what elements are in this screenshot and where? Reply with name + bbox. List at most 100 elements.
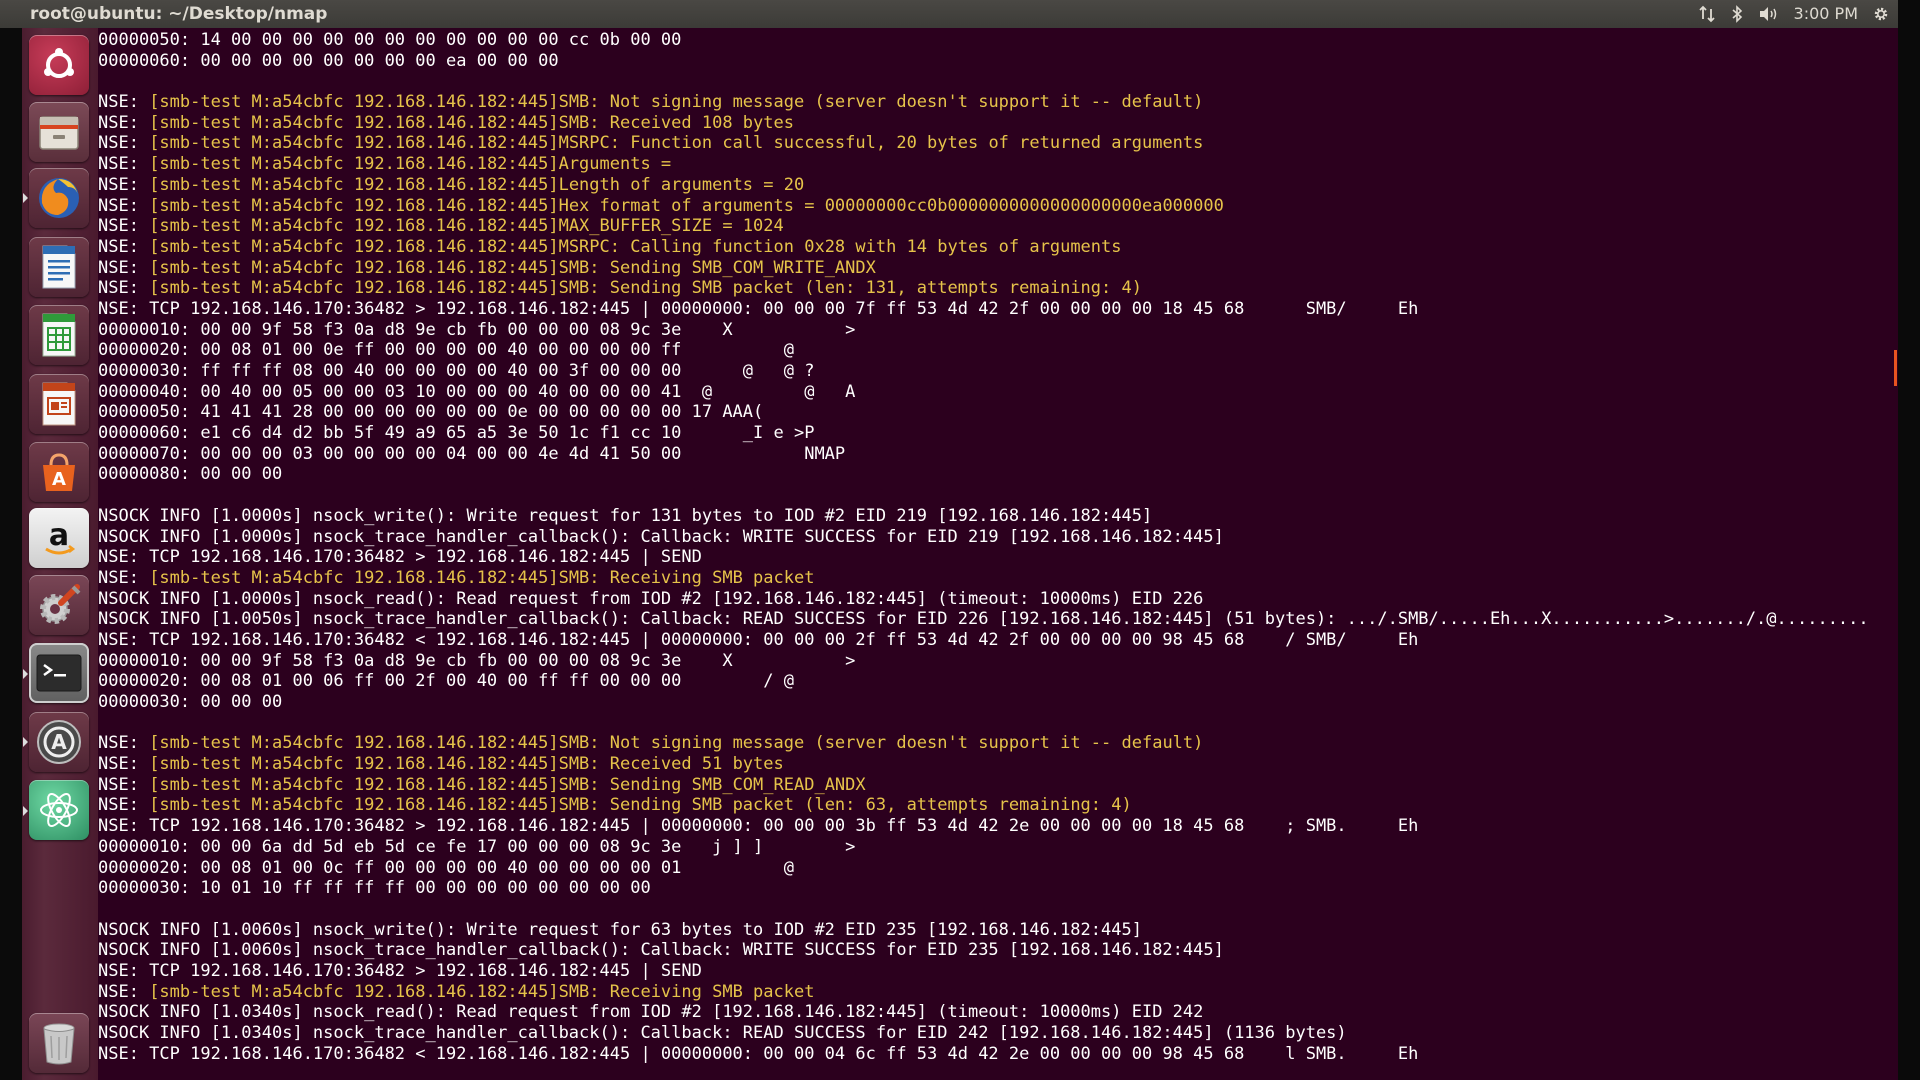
terminal-running-indicator: [23, 669, 28, 679]
updater-running-indicator: [23, 737, 28, 747]
screen-right-edge: [1898, 0, 1920, 1080]
terminal-line: NSE: TCP 192.168.146.170:36482 > 192.168…: [98, 547, 702, 568]
nse-prefix: NSE:: [98, 278, 150, 299]
svg-text:A: A: [51, 730, 67, 754]
top-panel: root@ubuntu: ~/Desktop/nmap 3:00 PM: [0, 0, 1898, 28]
nse-prefix: NSE:: [98, 257, 150, 278]
nse-prefix: NSE:: [98, 112, 150, 133]
atom-running-indicator: [23, 806, 28, 816]
nse-prefix: NSE:: [98, 774, 150, 795]
nse-prefix: NSE:: [98, 174, 150, 195]
terminal-line: 00000080: 00 00 00: [98, 464, 283, 485]
libreoffice-writer-icon[interactable]: [29, 237, 89, 297]
nse-message: [smb-test M:a54cbfc 192.168.146.182:445]…: [149, 92, 1204, 113]
software-updater-icon[interactable]: A: [29, 712, 89, 772]
ubuntu-dash-icon[interactable]: [29, 35, 89, 95]
settings-gear-icon[interactable]: [1872, 5, 1890, 23]
nse-prefix: NSE:: [98, 216, 150, 237]
nse-message: [smb-test M:a54cbfc 192.168.146.182:445]…: [149, 112, 794, 133]
network-updown-icon[interactable]: [1698, 5, 1716, 23]
indicator-area: 3:00 PM: [1698, 0, 1890, 28]
nse-message: [smb-test M:a54cbfc 192.168.146.182:445]…: [149, 174, 805, 195]
bluetooth-icon[interactable]: [1730, 5, 1744, 23]
nse-prefix: NSE:: [98, 195, 150, 216]
nse-prefix: NSE:: [98, 92, 150, 113]
nse-message: [smb-test M:a54cbfc 192.168.146.182:445]…: [149, 195, 1224, 216]
terminal-line: NSE: [smb-test M:a54cbfc 192.168.146.182…: [98, 754, 1869, 775]
scroll-position-marker[interactable]: [1894, 350, 1897, 386]
clock[interactable]: 3:00 PM: [1794, 0, 1858, 28]
terminal-line: NSE: [smb-test M:a54cbfc 192.168.146.182…: [98, 113, 1869, 134]
volume-icon[interactable]: [1758, 5, 1780, 23]
launcher-edge: [0, 28, 22, 1080]
nse-message: [smb-test M:a54cbfc 192.168.146.182:445]…: [149, 154, 682, 175]
nse-message: [smb-test M:a54cbfc 192.168.146.182:445]…: [149, 733, 1204, 754]
files-icon[interactable]: [29, 102, 89, 162]
terminal-line: NSOCK INFO [1.0340s] nsock_read(): Read …: [98, 1002, 1204, 1023]
nse-prefix: NSE:: [98, 567, 150, 588]
terminal-line: 00000020: 00 08 01 00 0c ff 00 00 00 00 …: [98, 857, 794, 878]
terminal-line: NSE: [smb-test M:a54cbfc 192.168.146.182…: [98, 278, 1869, 299]
terminal-line: NSE: TCP 192.168.146.170:36482 < 192.168…: [98, 629, 1419, 650]
libreoffice-impress-icon[interactable]: [29, 374, 89, 434]
terminal-line: NSE: [smb-test M:a54cbfc 192.168.146.182…: [98, 216, 1869, 237]
terminal-line: 00000020: 00 08 01 00 06 ff 00 2f 00 40 …: [98, 671, 794, 692]
terminal-line: NSE: [smb-test M:a54cbfc 192.168.146.182…: [98, 154, 1869, 175]
terminal-line: NSE: [smb-test M:a54cbfc 192.168.146.182…: [98, 175, 1869, 196]
terminal-line: NSE: [smb-test M:a54cbfc 192.168.146.182…: [98, 237, 1869, 258]
terminal-line: NSE: [smb-test M:a54cbfc 192.168.146.182…: [98, 775, 1869, 796]
desktop-screen: root@ubuntu: ~/Desktop/nmap 3:00 PM A a …: [0, 0, 1920, 1080]
terminal-line: 00000010: 00 00 9f 58 f3 0a d8 9e cb fb …: [98, 319, 856, 340]
terminal-line: 00000010: 00 00 9f 58 f3 0a d8 9e cb fb …: [98, 650, 856, 671]
window-title: root@ubuntu: ~/Desktop/nmap: [30, 4, 328, 24]
atom-icon[interactable]: [29, 780, 89, 840]
terminal-line: 00000060: e1 c6 d4 d2 bb 5f 49 a9 65 a5 …: [98, 423, 815, 444]
terminal-line: 00000010: 00 00 6a dd 5d eb 5d ce fe 17 …: [98, 836, 856, 857]
terminal-line: 00000030: 00 00 00: [98, 692, 283, 712]
terminal-line: NSOCK INFO [1.0060s] nsock_write(): Writ…: [98, 919, 1142, 940]
nse-message: [smb-test M:a54cbfc 192.168.146.182:445]…: [149, 257, 876, 278]
libreoffice-calc-icon[interactable]: [29, 305, 89, 365]
system-settings-icon[interactable]: [29, 575, 89, 635]
nse-message: [smb-test M:a54cbfc 192.168.146.182:445]…: [149, 795, 1132, 816]
terminal-line: NSE: TCP 192.168.146.170:36482 < 192.168…: [98, 1043, 1419, 1064]
nse-prefix: NSE:: [98, 795, 150, 816]
terminal-line: NSOCK INFO [1.0060s] nsock_trace_handler…: [98, 940, 1224, 961]
terminal-line: NSE: [smb-test M:a54cbfc 192.168.146.182…: [98, 133, 1869, 154]
nse-message: [smb-test M:a54cbfc 192.168.146.182:445]…: [149, 981, 815, 1002]
nse-message: [smb-test M:a54cbfc 192.168.146.182:445]…: [149, 754, 784, 775]
terminal-line: 00000050: 14 00 00 00 00 00 00 00 00 00 …: [98, 30, 682, 50]
terminal-line: NSE: [smb-test M:a54cbfc 192.168.146.182…: [98, 733, 1869, 754]
terminal-line: NSE: [smb-test M:a54cbfc 192.168.146.182…: [98, 982, 1869, 1003]
nse-message: [smb-test M:a54cbfc 192.168.146.182:445]…: [149, 567, 815, 588]
terminal-icon[interactable]: [29, 643, 89, 703]
amazon-icon[interactable]: a: [29, 508, 89, 568]
trash-icon[interactable]: [29, 1013, 89, 1073]
terminal-output[interactable]: 00000050: 14 00 00 00 00 00 00 00 00 00 …: [98, 28, 1888, 1080]
nse-message: [smb-test M:a54cbfc 192.168.146.182:445]…: [149, 774, 866, 795]
nse-prefix: NSE:: [98, 133, 150, 154]
firefox-running-indicator: [23, 193, 28, 203]
nse-prefix: NSE:: [98, 154, 150, 175]
terminal-line: 00000060: 00 00 00 00 00 00 00 00 ea 00 …: [98, 50, 559, 71]
software-center-icon[interactable]: A: [29, 442, 89, 502]
terminal-line: NSOCK INFO [1.0000s] nsock_write(): Writ…: [98, 505, 1153, 526]
svg-text:A: A: [52, 469, 66, 490]
nse-message: [smb-test M:a54cbfc 192.168.146.182:445]…: [149, 278, 1142, 299]
terminal-line: NSE: TCP 192.168.146.170:36482 > 192.168…: [98, 960, 702, 981]
terminal-line: NSE: [smb-test M:a54cbfc 192.168.146.182…: [98, 568, 1869, 589]
terminal-line: 00000030: 10 01 10 ff ff ff ff 00 00 00 …: [98, 878, 651, 899]
terminal-line: 00000050: 41 41 41 28 00 00 00 00 00 00 …: [98, 402, 764, 423]
nse-prefix: NSE:: [98, 733, 150, 754]
terminal-line: 00000030: ff ff ff 08 00 40 00 00 00 00 …: [98, 361, 815, 381]
terminal-lines: 00000050: 14 00 00 00 00 00 00 00 00 00 …: [98, 30, 1869, 1064]
terminal-line: NSE: TCP 192.168.146.170:36482 > 192.168…: [98, 816, 1419, 837]
terminal-line: NSOCK INFO [1.0340s] nsock_trace_handler…: [98, 1023, 1347, 1043]
terminal-line: NSE: [smb-test M:a54cbfc 192.168.146.182…: [98, 92, 1869, 113]
nse-message: [smb-test M:a54cbfc 192.168.146.182:445]…: [149, 236, 1122, 257]
terminal-line: 00000020: 00 08 01 00 0e ff 00 00 00 00 …: [98, 340, 794, 361]
firefox-icon[interactable]: [29, 168, 89, 228]
